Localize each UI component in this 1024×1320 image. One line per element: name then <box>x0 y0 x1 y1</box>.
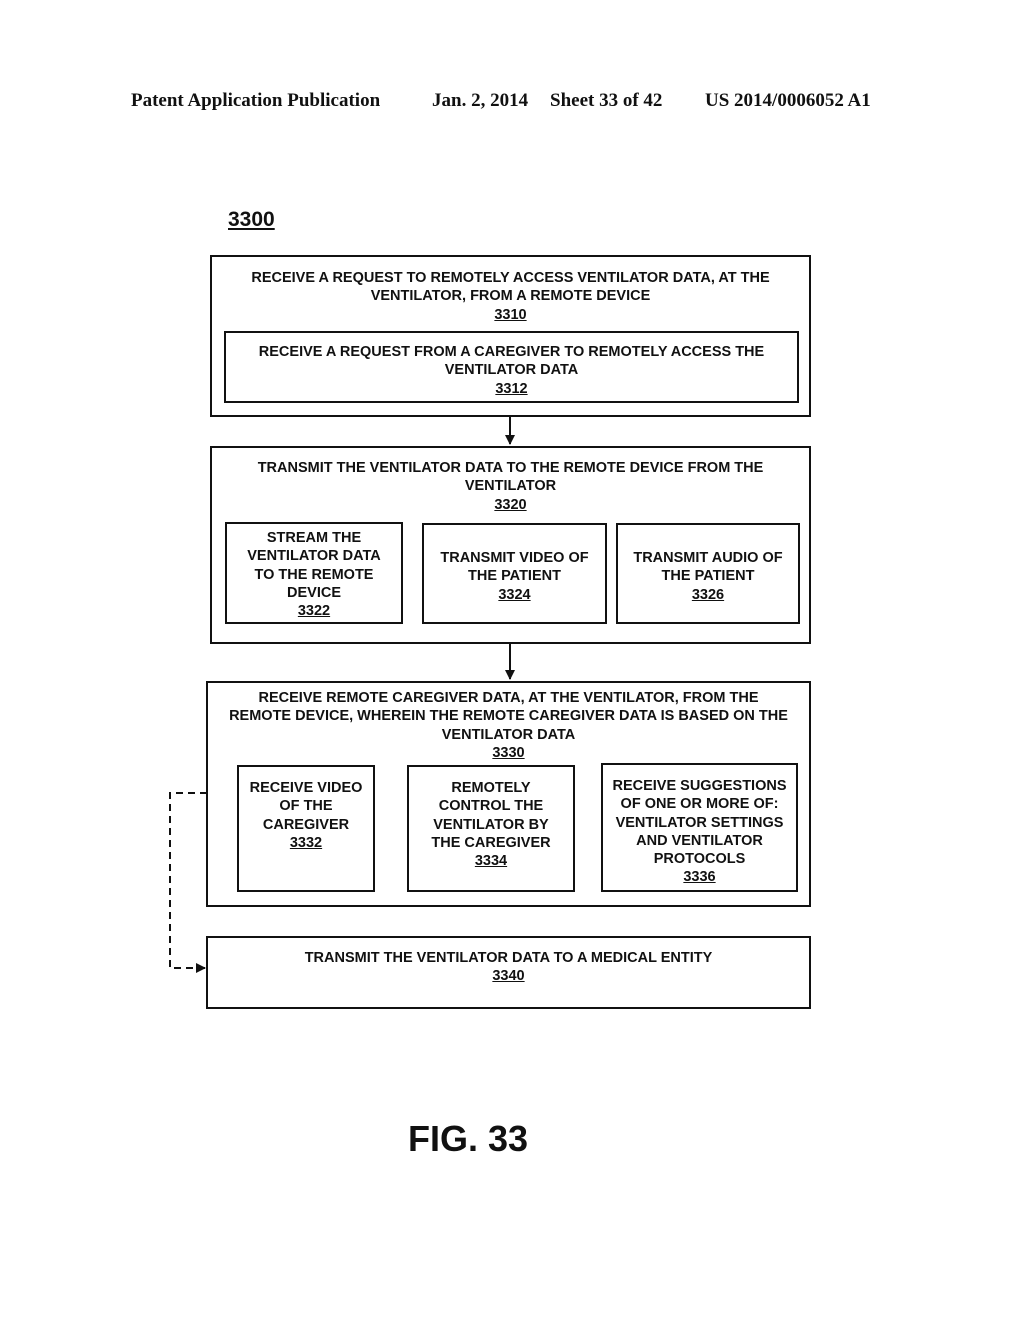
step-3340: TRANSMIT THE VENTILATOR DATA TO A MEDICA… <box>206 936 811 1009</box>
substep-ref: 3334 <box>474 853 508 870</box>
substep-3334: REMOTELY CONTROL THE VENTILATOR BY THE C… <box>407 765 575 892</box>
substep-ref: 3332 <box>289 834 323 851</box>
step-3330: RECEIVE REMOTE CAREGIVER DATA, AT THE VE… <box>206 681 811 907</box>
substep-ref: 3312 <box>495 380 528 397</box>
substep-label: REMOTELY CONTROL THE VENTILATOR BY THE C… <box>431 780 551 851</box>
substep-label: RECEIVE SUGGESTIONS OF ONE OR MORE OF: V… <box>612 778 787 868</box>
substep-3336: RECEIVE SUGGESTIONS OF ONE OR MORE OF: V… <box>601 763 798 892</box>
step-label: RECEIVE REMOTE CAREGIVER DATA, AT THE VE… <box>229 690 788 743</box>
substep-label: RECEIVE A REQUEST FROM A CAREGIVER TO RE… <box>258 344 765 379</box>
step-3320: TRANSMIT THE VENTILATOR DATA TO THE REMO… <box>210 446 811 644</box>
substep-label: RECEIVE VIDEO OF THE CAREGIVER <box>249 780 363 833</box>
substep-label: STREAM THE VENTILATOR DATA TO THE REMOTE… <box>247 530 381 601</box>
figure-label: FIG. 33 <box>408 1118 529 1159</box>
substep-ref: 3336 <box>683 869 716 886</box>
dashed-arrow-3330-3340 <box>169 792 207 973</box>
step-label: TRANSMIT THE VENTILATOR DATA TO THE REMO… <box>257 460 764 495</box>
substep-ref: 3326 <box>691 586 725 603</box>
substep-ref: 3324 <box>498 586 531 603</box>
step-3310: RECEIVE A REQUEST TO REMOTELY ACCESS VEN… <box>210 255 811 417</box>
step-ref: 3310 <box>494 306 527 323</box>
step-ref: 3320 <box>494 496 527 513</box>
substep-label: TRANSMIT VIDEO OF THE PATIENT <box>440 550 589 585</box>
step-label: TRANSMIT THE VENTILATOR DATA TO A MEDICA… <box>304 950 713 966</box>
substep-3312: RECEIVE A REQUEST FROM A CAREGIVER TO RE… <box>224 331 799 403</box>
step-ref: 3330 <box>492 744 525 761</box>
step-ref: 3340 <box>492 968 525 985</box>
substep-3326: TRANSMIT AUDIO OF THE PATIENT 3326 <box>616 523 800 624</box>
substep-3324: TRANSMIT VIDEO OF THE PATIENT 3324 <box>422 523 607 624</box>
substep-3332: RECEIVE VIDEO OF THE CAREGIVER 3332 <box>237 765 375 892</box>
substep-label: TRANSMIT AUDIO OF THE PATIENT <box>633 550 783 585</box>
substep-3322: STREAM THE VENTILATOR DATA TO THE REMOTE… <box>225 522 403 624</box>
step-label: RECEIVE A REQUEST TO REMOTELY ACCESS VEN… <box>251 270 770 305</box>
substep-ref: 3322 <box>297 603 331 620</box>
